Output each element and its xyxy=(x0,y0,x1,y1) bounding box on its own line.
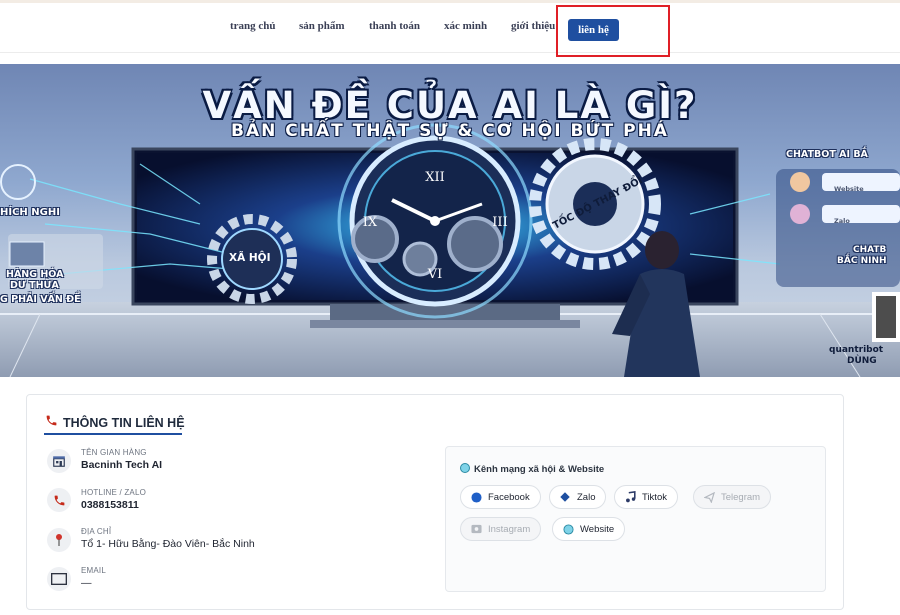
facebook-link[interactable]: Facebook xyxy=(460,485,541,509)
banner-chat-website: Website xyxy=(834,185,864,193)
banner-label-chatb: CHATB xyxy=(853,245,887,255)
store-icon xyxy=(47,449,71,473)
contact-card: THÔNG TIN LIÊN HỆ TÊN GIAN HÀNG Bacninh … xyxy=(26,394,844,610)
location-pin-icon xyxy=(47,528,71,552)
telegram-icon xyxy=(703,491,715,503)
clock-numeral-xii: XII xyxy=(425,170,445,185)
tiktok-icon xyxy=(624,491,636,503)
clock-numeral-vi: VI xyxy=(427,267,443,282)
zalo-link[interactable]: Zalo xyxy=(549,485,607,509)
banner-label-thich-nghi: HÍCH NGHI xyxy=(0,207,60,218)
address-label: ĐỊA CHỈ xyxy=(81,527,112,536)
clock-numeral-iii: III xyxy=(492,215,507,230)
website-link[interactable]: Website xyxy=(552,517,626,541)
telegram-label: Telegram xyxy=(721,491,761,503)
phone-icon xyxy=(45,414,59,430)
hotline-value[interactable]: 0388153811 xyxy=(81,499,139,511)
top-navigation: trang chủ sản phẩm thanh toán xác minh g… xyxy=(0,3,900,53)
globe-icon xyxy=(460,463,470,473)
nav-thanh-toan[interactable]: thanh toán xyxy=(369,20,420,32)
banner-chatbot-title: CHATBOT AI BẮ xyxy=(786,149,868,160)
contact-title: THÔNG TIN LIÊN HỆ xyxy=(45,414,185,430)
zalo-label: Zalo xyxy=(577,491,596,503)
email-label: EMAIL xyxy=(81,566,107,575)
nav-trang-chu[interactable]: trang chủ xyxy=(230,20,276,32)
telegram-link[interactable]: Telegram xyxy=(693,485,772,509)
banner-label-phai-van-de: G PHẢI VẤN ĐỀ xyxy=(0,294,81,305)
social-title: Kênh mạng xã hội & Website xyxy=(460,463,604,475)
contact-title-underline xyxy=(44,433,182,435)
contact-title-text: THÔNG TIN LIÊN HỆ xyxy=(63,416,185,430)
website-label: Website xyxy=(580,523,615,535)
social-links-panel: Kênh mạng xã hội & Website Facebook Zalo… xyxy=(445,446,826,592)
banner-label-bac-ninh: BẮC NINH xyxy=(837,256,887,266)
social-title-text: Kênh mạng xã hội & Website xyxy=(474,464,605,475)
store-label: TÊN GIAN HÀNG xyxy=(81,448,147,457)
address-value: Tổ 1- Hữu Bằng- Đào Viên- Bắc Ninh xyxy=(81,538,255,550)
banner-label-xa-hoi: XÃ HỘI xyxy=(229,252,271,264)
email-value: — xyxy=(81,577,92,589)
hotline-icon xyxy=(47,488,71,512)
tiktok-label: Tiktok xyxy=(642,491,667,503)
website-icon xyxy=(562,523,574,535)
highlight-box xyxy=(556,5,670,57)
zalo-icon xyxy=(559,491,571,503)
banner-chat-zalo: Zalo xyxy=(834,217,850,225)
banner-label-dung: DÙNG xyxy=(847,356,877,366)
instagram-label: Instagram xyxy=(488,523,531,535)
nav-san-pham[interactable]: sản phẩm xyxy=(299,20,345,32)
email-icon xyxy=(47,567,71,591)
nav-gioi-thieu[interactable]: giới thiệu xyxy=(511,20,555,32)
banner-label-du-thua: DƯ THỪA xyxy=(10,280,59,291)
hotline-label: HOTLINE / ZALO xyxy=(81,488,147,497)
hero-banner: XII III VI IX VẤN ĐỀ CỦA AI LÀ GÌ? BẢN C… xyxy=(0,64,900,377)
facebook-label: Facebook xyxy=(488,491,530,503)
facebook-icon xyxy=(470,491,482,503)
instagram-icon xyxy=(470,523,482,535)
banner-label-quantribot: quantribot xyxy=(829,345,884,355)
tiktok-link[interactable]: Tiktok xyxy=(614,485,678,509)
nav-xac-minh[interactable]: xác minh xyxy=(444,20,487,32)
banner-subtitle: BẢN CHẤT THẬT SỰ & CƠ HỘI BỨT PHÁ xyxy=(231,121,669,141)
store-value: Bacninh Tech AI xyxy=(81,459,163,471)
clock-numeral-ix: IX xyxy=(363,215,378,230)
banner-label-hang-hoa: HÀNG HÓA xyxy=(6,269,64,280)
instagram-link[interactable]: Instagram xyxy=(460,517,542,541)
